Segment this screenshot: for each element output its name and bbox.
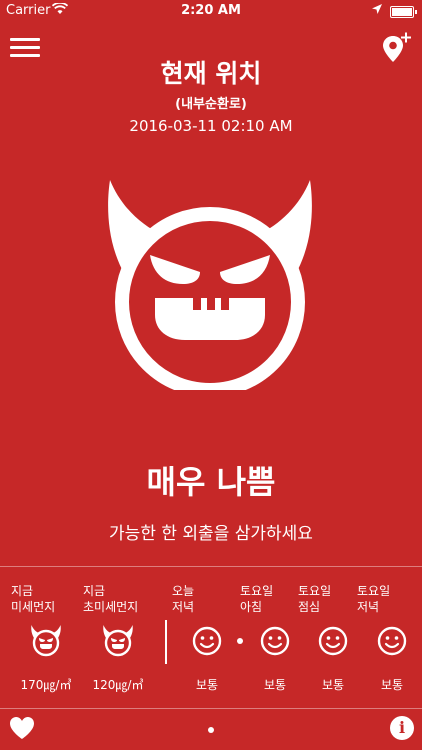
menu-icon: [10, 38, 40, 41]
forecast-label: 토요일 저녁: [357, 584, 391, 614]
heart-icon: [10, 717, 34, 739]
devil-face-icon: [102, 625, 134, 657]
advice-text: 가능한 한 외출을 삼가하세요: [109, 524, 313, 544]
air-quality-status: 매우 나쁨: [146, 463, 276, 501]
page-title: 현재 위치: [160, 59, 262, 88]
smile-face-icon: [191, 625, 223, 657]
devil-face-icon: [105, 180, 315, 397]
status-time: 2:20 AM: [181, 3, 241, 18]
smile-face-icon: [376, 625, 408, 657]
page-indicator: [208, 727, 214, 733]
location-name: (내부순환로): [175, 97, 247, 112]
measurement-datetime: 2016-03-11 02:10 AM: [129, 117, 293, 135]
favorite-button[interactable]: [9, 716, 35, 740]
info-icon: i: [398, 718, 406, 737]
info-button[interactable]: i: [390, 716, 414, 740]
forecast-label: 오늘 저녁: [172, 584, 195, 614]
devil-face-icon: [30, 625, 62, 657]
current-pm25-value: 120㎍/㎥: [92, 678, 144, 692]
panel-top-divider: [0, 566, 422, 567]
status-bar: Carrier 2:20 AM: [0, 0, 422, 22]
current-pm10-label: 지금 미세먼지: [11, 584, 56, 614]
separator-dot: [237, 638, 243, 644]
panel-bottom-divider: [0, 708, 422, 709]
battery-icon: [390, 6, 417, 18]
current-pm25-label: 지금 초미세먼지: [83, 584, 139, 614]
smile-face-icon: [259, 625, 291, 657]
location-arrow-icon: [372, 3, 382, 18]
current-pm10-value: 170㎍/㎥: [20, 678, 72, 692]
smile-face-icon: [317, 625, 349, 657]
forecast-value: 보통: [380, 678, 404, 692]
panel-vertical-divider: [165, 620, 167, 664]
